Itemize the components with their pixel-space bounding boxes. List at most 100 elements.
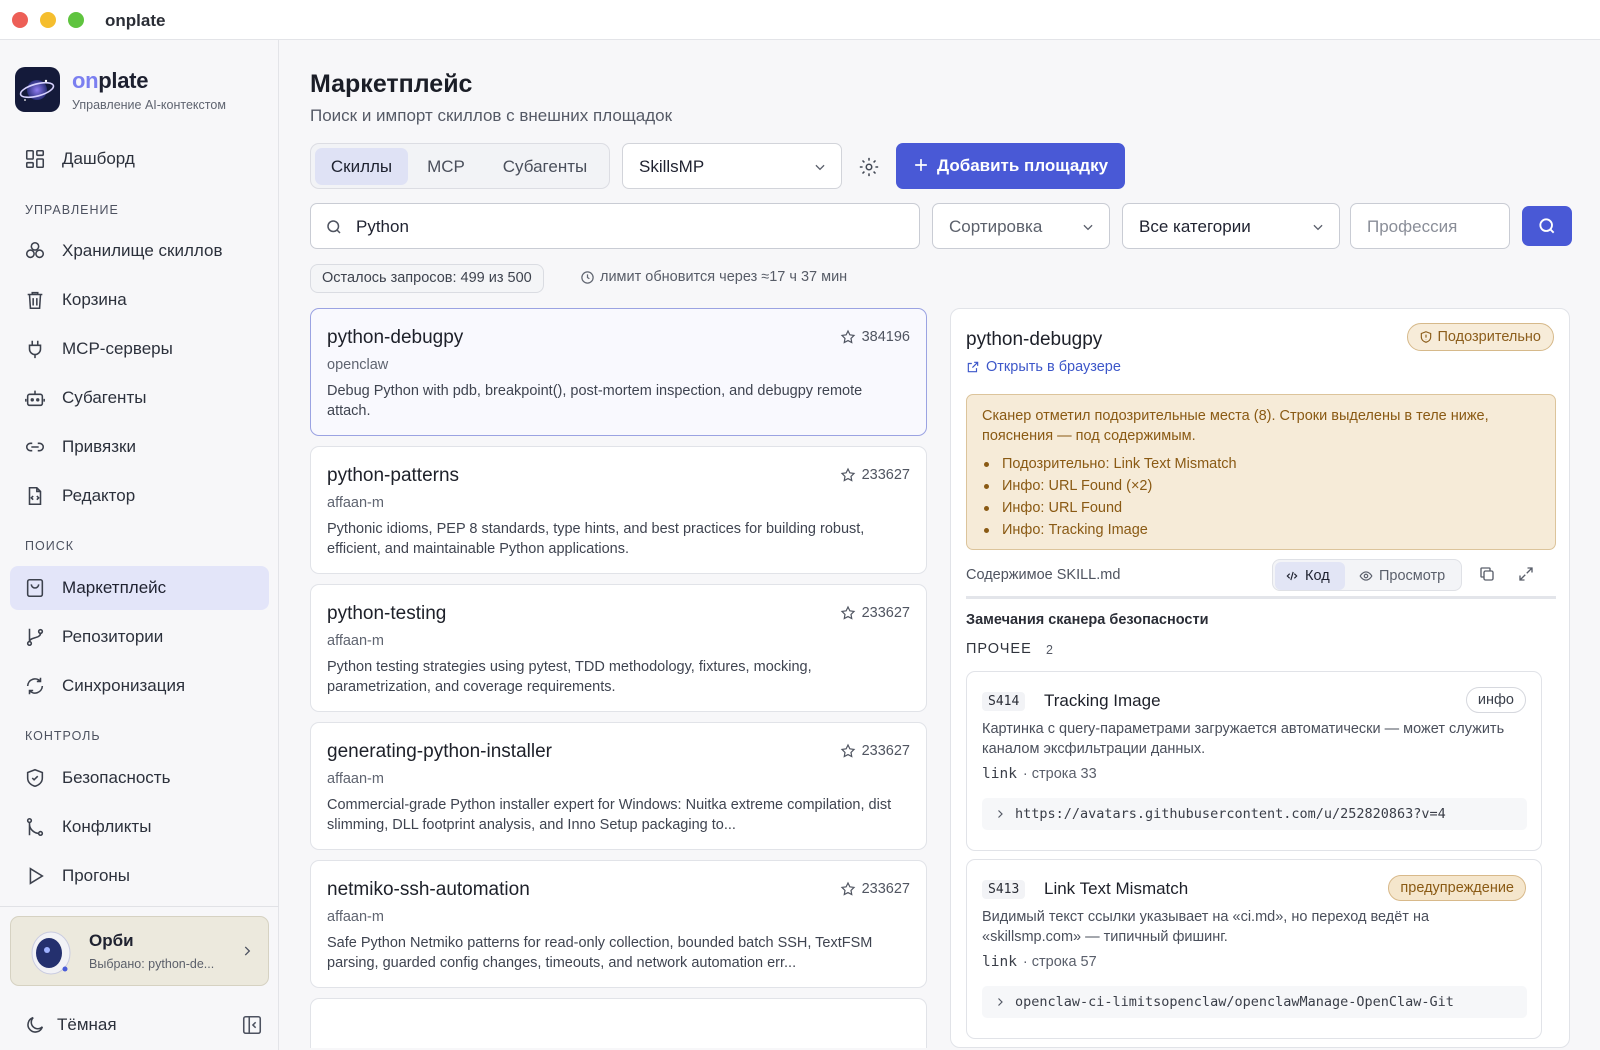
view-toggle: Код Просмотр <box>1272 559 1462 591</box>
result-stars: 233627 <box>840 743 910 759</box>
window-title: onplate <box>105 11 166 30</box>
open-in-browser-link[interactable]: Открыть в браузере <box>966 359 1121 375</box>
tab-mcp[interactable]: MCP <box>412 148 480 185</box>
moon-icon <box>24 1014 46 1036</box>
brand-subtitle: Управление AI-контекстом <box>72 98 226 112</box>
chevron-down-icon <box>1311 220 1325 234</box>
sidebar-item-runs[interactable]: Прогоны <box>10 854 269 898</box>
sidebar-item-trash[interactable]: Корзина <box>10 278 269 322</box>
external-link-icon <box>966 360 980 374</box>
chevron-down-icon <box>813 160 827 174</box>
section-label-search: ПОИСК <box>25 539 75 553</box>
sort-select[interactable]: Сортировка <box>932 203 1110 249</box>
shield-check-icon <box>24 767 46 789</box>
tab-skills[interactable]: Скиллы <box>315 148 408 185</box>
content-label: Содержимое SKILL.md <box>966 567 1121 583</box>
result-card[interactable]: python-testing 233627 affaan-m Python te… <box>310 584 927 712</box>
result-card-partial[interactable] <box>310 998 927 1048</box>
finding-code: S414 <box>982 692 1026 711</box>
close-window-button[interactable] <box>12 12 28 28</box>
sidebar-item-label: MCP-серверы <box>62 339 173 358</box>
gear-icon[interactable] <box>858 156 880 178</box>
zoom-window-button[interactable] <box>68 12 84 28</box>
sidebar-item-dashboard[interactable]: Дашборд <box>10 137 269 181</box>
minimize-window-button[interactable] <box>40 12 56 28</box>
sidebar-item-label: Прогоны <box>62 866 131 885</box>
warning-item: Инфо: Tracking Image <box>982 519 1237 541</box>
result-author: affaan-m <box>327 633 384 649</box>
status-badge-label: Подозрительно <box>1437 329 1542 345</box>
finding-description: Картинка с query-параметрами загружается… <box>982 721 1505 757</box>
sidebar-item-bindings[interactable]: Привязки <box>10 425 269 469</box>
sync-icon <box>24 675 46 697</box>
code-icon <box>1285 569 1299 583</box>
profession-input[interactable]: Профессия <box>1350 203 1510 249</box>
sidebar-item-label: Привязки <box>62 437 136 456</box>
finding-snippet[interactable]: openclaw-ci-limitsopenclaw/openclawManag… <box>982 986 1527 1018</box>
add-marketplace-label: Добавить площадку <box>937 156 1109 175</box>
search-button[interactable] <box>1522 206 1572 246</box>
result-card[interactable]: python-debugpy 384196 openclaw Debug Pyt… <box>310 308 927 436</box>
git-branch-icon <box>24 626 46 648</box>
finding-code: S413 <box>982 880 1026 899</box>
theme-toggle[interactable]: Тёмная <box>57 1015 117 1035</box>
finding-description: Видимый текст ссылки указывает на «ci.md… <box>982 909 1430 945</box>
collapse-sidebar-icon[interactable] <box>241 1014 263 1036</box>
findings-count: 2 <box>1046 643 1053 657</box>
sidebar-item-mcp-servers[interactable]: MCP-серверы <box>10 327 269 371</box>
sidebar-item-marketplace[interactable]: Маркетплейс <box>10 566 269 610</box>
view-preview-button[interactable]: Просмотр <box>1351 562 1459 590</box>
theme-row: Тёмная <box>10 1008 269 1042</box>
result-card[interactable]: python-patterns 233627 affaan-m Pythonic… <box>310 446 927 574</box>
title-bar: onplate <box>0 0 1600 40</box>
search-value: Python <box>356 217 409 236</box>
main-content: Маркетплейс Поиск и импорт скиллов с вне… <box>280 40 1600 1050</box>
plug-icon <box>24 338 46 360</box>
content-toolbar: Содержимое SKILL.md Код Просмотр <box>966 559 1556 599</box>
sidebar-item-label: Синхронизация <box>62 676 186 695</box>
section-label-management: УПРАВЛЕНИЕ <box>25 203 119 217</box>
result-stars: 233627 <box>840 605 910 621</box>
finding-snippet[interactable]: https://avatars.githubusercontent.com/u/… <box>982 798 1527 830</box>
search-input[interactable]: Python <box>310 203 920 249</box>
copy-icon[interactable] <box>1478 565 1496 583</box>
source-select-value: SkillsMP <box>639 157 705 176</box>
sidebar-item-repositories[interactable]: Репозитории <box>10 615 269 659</box>
category-select-value: Все категории <box>1139 217 1251 236</box>
sidebar-item-conflicts[interactable]: Конфликты <box>10 805 269 849</box>
sidebar-item-sync[interactable]: Синхронизация <box>10 664 269 708</box>
limit-text: лимит обновится через ≈17 ч 37 мин <box>600 269 848 285</box>
category-select[interactable]: Все категории <box>1122 203 1340 249</box>
quota-badge: Осталось запросов: 499 из 500 <box>310 264 544 293</box>
result-card[interactable]: netmiko-ssh-automation 233627 affaan-m S… <box>310 860 927 988</box>
shield-alert-icon <box>1419 330 1433 344</box>
orbi-assistant-card[interactable]: Орби Выбрано: python-de... <box>10 916 269 986</box>
orbi-name: Орби <box>89 931 134 950</box>
source-select[interactable]: SkillsMP <box>622 143 842 189</box>
bot-icon <box>24 387 46 409</box>
sidebar-item-skills-storage[interactable]: Хранилище скиллов <box>10 229 269 273</box>
brand-logo <box>15 67 60 112</box>
result-stars-count: 233627 <box>861 467 910 483</box>
expand-icon[interactable] <box>1517 565 1535 583</box>
section-label-control: КОНТРОЛЬ <box>25 729 101 743</box>
star-icon <box>840 605 856 621</box>
add-marketplace-button[interactable]: Добавить площадку <box>896 143 1125 189</box>
file-code-icon <box>24 485 46 507</box>
warning-list: Подозрительно: Link Text Mismatch Инфо: … <box>982 453 1237 541</box>
result-card[interactable]: generating-python-installer 233627 affaa… <box>310 722 927 850</box>
finding-location-kind: link <box>982 954 1017 970</box>
result-name: python-debugpy <box>327 327 464 348</box>
chevron-right-icon <box>994 808 1006 820</box>
result-stars: 384196 <box>840 329 910 345</box>
sidebar-item-editor[interactable]: Редактор <box>10 474 269 518</box>
scanner-warning: Сканер отметил подозрительные места (8).… <box>966 394 1556 550</box>
status-badge: Подозрительно <box>1406 323 1554 351</box>
sidebar-item-security[interactable]: Безопасность <box>10 756 269 800</box>
sidebar: onplate Управление AI-контекстом Дашборд… <box>0 40 279 1050</box>
warning-item: Подозрительно: Link Text Mismatch <box>982 453 1237 475</box>
view-code-button[interactable]: Код <box>1275 562 1345 590</box>
tab-subagents[interactable]: Субагенты <box>485 148 605 185</box>
sidebar-item-subagents[interactable]: Субагенты <box>10 376 269 420</box>
finding-location-line: · строка 33 <box>1022 766 1097 782</box>
